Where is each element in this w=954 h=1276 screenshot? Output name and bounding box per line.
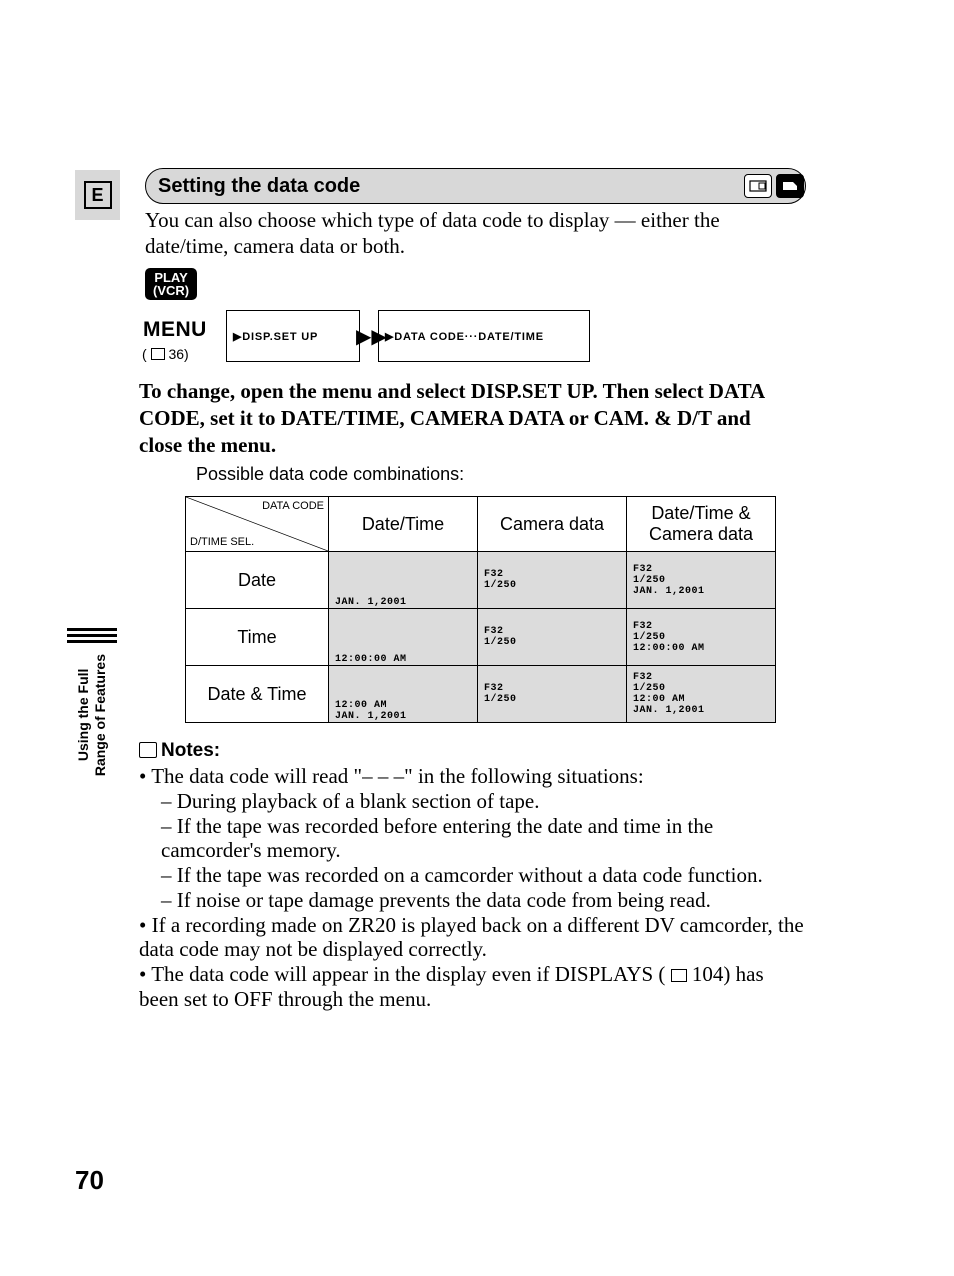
corner-top-label: DATA CODE — [262, 500, 324, 512]
section-title: Setting the data code — [145, 168, 806, 204]
note-1-sub-0: During playback of a blank section of ta… — [161, 789, 804, 814]
section-title-bar: Setting the data code — [145, 168, 804, 204]
mode-vcr-label: (VCR) — [153, 284, 189, 297]
table-corner: DATA CODE D/TIME SEL. — [186, 497, 329, 552]
row-header-datetime: Date & Time — [186, 666, 329, 723]
cell-time-camera: F32 1/250 — [478, 609, 627, 666]
col-header-camera: Camera data — [478, 497, 627, 552]
cell-time-datetime: 12:00:00 AM — [329, 609, 478, 666]
book-icon — [151, 348, 165, 360]
notes-label: Notes: — [161, 740, 220, 761]
table-caption: Possible data code combinations: — [196, 464, 464, 485]
note-2: If a recording made on ZR20 is played ba… — [139, 913, 804, 963]
menu-step-disp-setup: ▶DISP.SET UP — [226, 310, 360, 362]
cell-date-both: F32 1/250 JAN. 1,2001 — [627, 552, 776, 609]
note-1-sub-3: If noise or tape damage prevents the dat… — [161, 888, 804, 913]
cell-time-both: F32 1/250 12:00:00 AM — [627, 609, 776, 666]
section-sidebar: Using the Full Range of Features — [70, 628, 114, 808]
menu-ref-page: 36 — [168, 346, 184, 362]
cassette-icon — [744, 174, 772, 198]
menu-heading: MENU — [143, 318, 207, 342]
notes-icon — [139, 742, 157, 758]
note-1-intro: The data code will read "– – –" in the f… — [151, 764, 643, 788]
row-header-time: Time — [186, 609, 329, 666]
sidebar-bars — [67, 628, 117, 646]
notes-heading: Notes: — [139, 740, 220, 762]
col-header-both: Date/Time & Camera data — [627, 497, 776, 552]
language-marker: E — [75, 170, 120, 220]
menu-step-data-code: ▶DATA CODE···DATE/TIME — [378, 310, 590, 362]
cell-dt-camera: F32 1/250 — [478, 666, 627, 723]
cell-dt-both: F32 1/250 12:00 AM JAN. 1,2001 — [627, 666, 776, 723]
note-1: The data code will read "– – –" in the f… — [139, 764, 804, 913]
card-icon — [776, 174, 804, 198]
cell-dt-datetime: 12:00 AM JAN. 1,2001 — [329, 666, 478, 723]
book-icon — [671, 969, 687, 982]
cell-date-datetime: JAN. 1,2001 — [329, 552, 478, 609]
instruction-text: To change, open the menu and select DISP… — [139, 378, 794, 459]
menu-page-ref: ( 36) — [142, 346, 189, 362]
cell-date-camera: F32 1/250 — [478, 552, 627, 609]
note-3-pre: The data code will appear in the display… — [151, 962, 665, 986]
corner-bottom-label: D/TIME SEL. — [190, 536, 254, 548]
note-1-sub-2: If the tape was recorded on a camcorder … — [161, 863, 804, 888]
note-3-page: 104 — [692, 962, 724, 986]
row-header-date: Date — [186, 552, 329, 609]
mode-play-vcr: PLAY (VCR) — [145, 268, 197, 300]
title-mode-icons — [744, 174, 804, 198]
intro-text: You can also choose which type of data c… — [145, 208, 794, 259]
notes-body: The data code will read "– – –" in the f… — [139, 764, 804, 1012]
combinations-table: DATA CODE D/TIME SEL. Date/Time Camera d… — [185, 496, 776, 723]
note-3: The data code will appear in the display… — [139, 962, 804, 1012]
language-letter: E — [84, 181, 112, 209]
page-number: 70 — [75, 1165, 104, 1196]
sidebar-text: Using the Full Range of Features — [75, 654, 109, 776]
col-header-datetime: Date/Time — [329, 497, 478, 552]
note-1-sub-1: If the tape was recorded before entering… — [161, 814, 804, 864]
